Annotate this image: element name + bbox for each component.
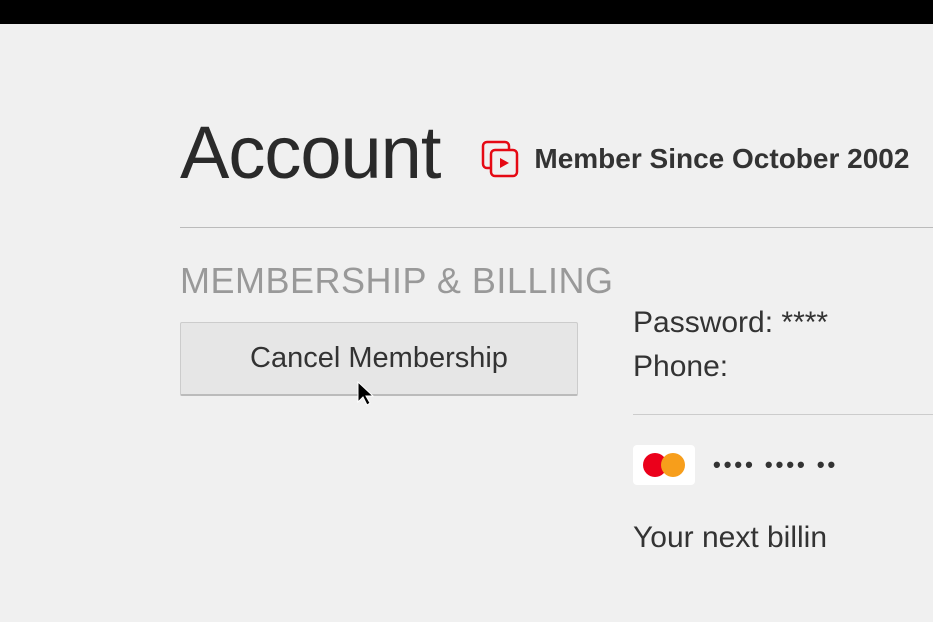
info-divider [633,414,933,415]
card-number-masked: •••• •••• •• [713,452,838,478]
phone-row: Phone: [633,350,933,384]
cancel-membership-button[interactable]: Cancel Membership [180,322,578,396]
section-title: MEMBERSHIP & BILLING [180,260,633,302]
header-row: Account Member Since October 2002 [180,110,933,195]
section-right: Password: **** Phone: •••• •••• •• Your … [633,260,933,555]
payment-card-row: •••• •••• •• [633,445,933,485]
section-left: MEMBERSHIP & BILLING Cancel Membership [180,260,633,555]
account-content: Account Member Since October 2002 MEMBER… [0,24,933,555]
password-label: Password: [633,306,781,339]
top-bar [0,0,933,24]
page-title: Account [180,110,440,195]
member-since-text: Member Since October 2002 [534,143,909,175]
header-divider [180,227,933,228]
password-value: **** [781,306,828,339]
next-billing-text: Your next billin [633,521,933,555]
mastercard-icon [633,445,695,485]
phone-label: Phone: [633,350,728,383]
membership-section: MEMBERSHIP & BILLING Cancel Membership P… [180,260,933,555]
member-icon [480,139,520,179]
password-row: Password: **** [633,306,933,340]
member-since-badge: Member Since October 2002 [480,139,909,179]
